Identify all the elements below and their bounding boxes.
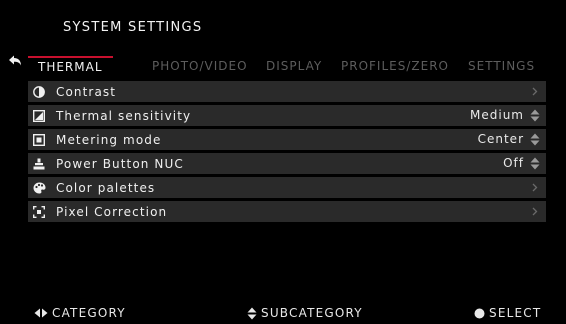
setting-row-color-palettes[interactable]: Color palettes <box>28 177 546 198</box>
tab-thermal[interactable]: THERMAL <box>28 56 113 80</box>
button-hints-bar: CATEGORY SUBCATEGORY SELECT <box>0 305 566 321</box>
hint-subcategory-label: SUBCATEGORY <box>261 306 363 320</box>
left-right-arrows-icon <box>34 308 48 318</box>
setting-row-power-button-nuc[interactable]: Power Button NUC Off <box>28 153 546 174</box>
setting-label: Color palettes <box>56 180 156 195</box>
setting-value: Medium <box>470 108 524 122</box>
up-down-arrows-icon[interactable] <box>530 109 540 122</box>
up-down-arrows-icon[interactable] <box>530 133 540 146</box>
hint-category: CATEGORY <box>34 305 126 321</box>
chevron-right-icon <box>532 207 538 216</box>
setting-row-pixel-correction[interactable]: Pixel Correction <box>28 201 546 222</box>
back-arrow-icon[interactable] <box>8 54 22 68</box>
setting-label: Thermal sensitivity <box>56 108 192 123</box>
setting-value: Center <box>477 132 524 146</box>
system-settings-screen: SYSTEM SETTINGS THERMAL PHOTO/VIDEO DISP… <box>0 0 566 324</box>
setting-row-metering-mode[interactable]: Metering mode Center <box>28 129 546 150</box>
hint-category-label: CATEGORY <box>52 306 126 320</box>
setting-row-thermal-sensitivity[interactable]: Thermal sensitivity Medium <box>28 105 546 126</box>
chevron-right-icon <box>532 87 538 96</box>
sensitivity-icon <box>30 109 48 123</box>
palette-icon <box>30 181 48 195</box>
setting-row-contrast[interactable]: Contrast <box>28 81 546 102</box>
setting-label: Power Button NUC <box>56 156 184 171</box>
tab-photo-video[interactable]: PHOTO/VIDEO <box>152 56 248 78</box>
up-down-arrows-icon <box>247 307 257 319</box>
select-dot-icon <box>474 308 485 318</box>
hint-select-label: SELECT <box>489 306 542 320</box>
setting-label: Metering mode <box>56 132 162 147</box>
setting-value: Off <box>503 156 524 170</box>
contrast-icon <box>30 85 48 99</box>
settings-list: Contrast Thermal sensitivity Medium Mete… <box>28 81 546 225</box>
page-title: SYSTEM SETTINGS <box>63 20 203 35</box>
hint-subcategory: SUBCATEGORY <box>247 305 363 321</box>
setting-label: Pixel Correction <box>56 204 168 219</box>
category-tabs: THERMAL PHOTO/VIDEO DISPLAY PROFILES/ZER… <box>28 56 546 78</box>
metering-icon <box>30 133 48 147</box>
chevron-right-icon <box>532 183 538 192</box>
hint-select: SELECT <box>474 305 541 321</box>
pixel-correction-icon <box>30 205 48 219</box>
setting-label: Contrast <box>56 84 117 99</box>
tab-profiles-zero[interactable]: PROFILES/ZERO <box>341 56 449 78</box>
tab-settings[interactable]: SETTINGS <box>468 56 535 78</box>
tab-display[interactable]: DISPLAY <box>266 56 322 78</box>
nuc-icon <box>30 157 48 171</box>
up-down-arrows-icon[interactable] <box>530 157 540 170</box>
